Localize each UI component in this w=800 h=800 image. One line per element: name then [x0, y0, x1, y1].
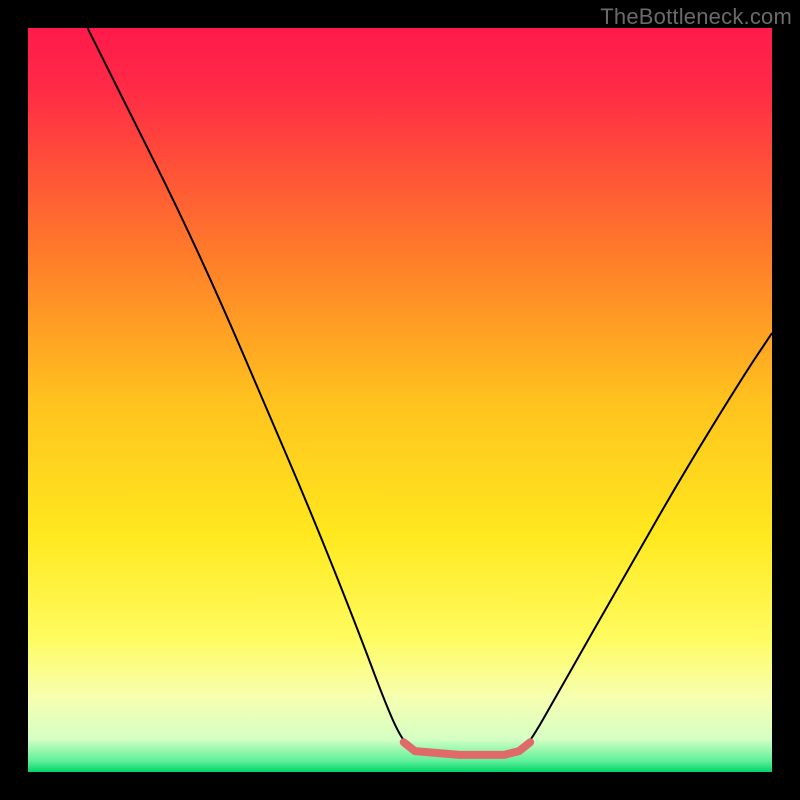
valley-highlight	[404, 742, 530, 755]
chart-container: TheBottleneck.com	[0, 0, 800, 800]
curve-layer	[28, 28, 772, 772]
plot-area	[28, 28, 772, 772]
watermark-text: TheBottleneck.com	[600, 4, 792, 30]
bottleneck-curve	[88, 28, 772, 755]
